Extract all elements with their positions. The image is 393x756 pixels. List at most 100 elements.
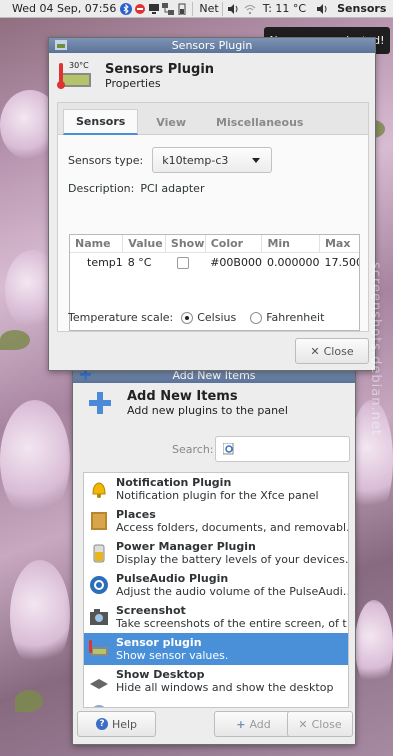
desktop-icon — [88, 670, 110, 692]
list-item[interactable]: Show Desktop Hide all windows and show th… — [84, 665, 348, 697]
temperature-scale-label: Temperature scale: — [68, 311, 174, 324]
sensors-type-select[interactable]: k10temp-c3 — [152, 147, 273, 173]
sensors-type-label: Sensors type: — [68, 153, 144, 167]
column-header[interactable]: Value — [122, 235, 166, 253]
volume-icon[interactable] — [227, 3, 239, 15]
list-item[interactable]: PulseAudio Plugin Adjust the audio volume… — [84, 569, 348, 601]
sensors-titlebar[interactable]: Sensors Plugin — [49, 38, 375, 53]
search-input[interactable] — [215, 436, 350, 462]
header-subtitle: Properties — [105, 77, 161, 90]
camera-icon — [88, 606, 110, 628]
fahrenheit-option[interactable]: Fahrenheit — [250, 311, 324, 324]
sensor-icon-text: 30°C — [69, 61, 89, 70]
add-button[interactable]: + Add — [214, 711, 293, 737]
column-header[interactable]: Name — [70, 235, 124, 253]
close-button[interactable]: ✕ Close — [295, 338, 369, 364]
list-item[interactable]: Power Manager Plugin Display the battery … — [84, 537, 348, 569]
plugin-name: Sensor plugin — [116, 636, 202, 649]
list-item[interactable]: Screenshot Take screenshots of the entire… — [84, 601, 348, 633]
celsius-option[interactable]: Celsius — [181, 311, 236, 324]
sensors-plugin-dialog: Sensors Plugin 30°C Sensors Plugin Prope… — [48, 37, 376, 371]
search-label: Search: — [172, 443, 214, 456]
tab-bar: Sensors View Miscellaneous — [58, 103, 368, 135]
plus-icon: + — [236, 717, 246, 731]
sensor-icon — [88, 638, 110, 660]
battery-icon[interactable] — [176, 3, 188, 15]
list-item-text: Sensor plugin Show sensor values. — [116, 636, 228, 662]
sensor-icon — [55, 40, 67, 50]
help-icon: ? — [95, 718, 108, 730]
tab-miscellaneous[interactable]: Miscellaneous — [204, 110, 315, 134]
sensor-color[interactable]: #00B000 — [205, 252, 262, 272]
plugin-name: SmartBookmark — [116, 707, 216, 708]
tab-sensors[interactable]: Sensors — [63, 109, 139, 135]
clock[interactable]: Wed 04 Sep, 07:56 — [0, 2, 119, 15]
window-title: Sensors Plugin — [171, 39, 253, 52]
column-header[interactable]: Color — [205, 235, 263, 253]
description-value: PCI adapter — [140, 182, 205, 195]
list-item[interactable]: Places Access folders, documents, and rem… — [84, 505, 348, 537]
shield-icon[interactable] — [134, 3, 146, 15]
net-label[interactable]: Net — [199, 2, 218, 15]
column-header[interactable]: Show — [165, 235, 206, 253]
add-icon — [89, 392, 111, 414]
watermark: screenshots.debian.net — [368, 262, 383, 436]
monitor-icon[interactable] — [148, 3, 160, 15]
list-item-text: Show Desktop Hide all windows and show th… — [116, 668, 333, 694]
celsius-radio[interactable] — [181, 311, 194, 324]
plugin-description: Show sensor values. — [116, 649, 229, 662]
sensor-name[interactable]: temp1 — [70, 252, 123, 272]
volume-icon[interactable] — [316, 3, 328, 15]
plugin-description: Adjust the audio volume of the PulseAudi… — [116, 585, 348, 598]
sensors-header: 30°C Sensors Plugin Properties — [49, 53, 375, 99]
header-subtitle: Add new plugins to the panel — [127, 404, 288, 417]
plugin-name: Show Desktop — [116, 668, 205, 681]
temperature-readout[interactable]: T: 11 °C — [263, 2, 306, 15]
header-title: Add New Items — [127, 389, 238, 404]
list-item-text: Power Manager Plugin Display the battery … — [116, 540, 348, 566]
sensor-max[interactable]: 17.5000 — [319, 252, 359, 272]
bookmark-icon — [88, 702, 110, 707]
sensor-value: 8 °C — [127, 255, 152, 269]
search-icon — [223, 443, 234, 455]
plugin-list[interactable]: Notification Plugin Notification plugin f… — [83, 472, 349, 708]
bluetooth-icon[interactable] — [120, 2, 133, 15]
close-icon: ✕ — [310, 344, 320, 358]
list-item-text: PulseAudio Plugin Adjust the audio volume… — [116, 572, 348, 598]
settings-notebook: Sensors View Miscellaneous Sensors type:… — [57, 102, 369, 332]
plugin-name: Screenshot — [116, 604, 186, 617]
plugin-name: PulseAudio Plugin — [116, 572, 229, 585]
list-item-text: Places Access folders, documents, and rem… — [116, 508, 348, 534]
sensor-icon: 30°C — [57, 59, 95, 93]
close-button[interactable]: ✕ Close — [287, 711, 353, 737]
column-header[interactable]: Max — [319, 235, 359, 253]
add-icon — [79, 370, 91, 380]
speaker-icon — [88, 574, 110, 596]
sensors-panel-label[interactable]: Sensors — [337, 2, 386, 15]
network-icon[interactable] — [162, 2, 175, 15]
panel-separator — [192, 1, 194, 16]
plugin-name: Notification Plugin — [116, 476, 232, 489]
description-label: Description: — [68, 182, 135, 195]
chevron-down-icon — [252, 158, 261, 163]
plugin-description: Take screenshots of the entire screen, o… — [116, 617, 348, 630]
plugin-description: Display the battery levels of your devic… — [116, 553, 348, 566]
table-row[interactable]: temp1 8 °C #00B000 0.000000 17.5000 — [70, 252, 359, 272]
wifi-icon[interactable] — [244, 3, 256, 15]
fahrenheit-radio[interactable] — [250, 311, 263, 324]
sensor-min[interactable]: 0.000000 — [262, 252, 320, 272]
panel-separator — [221, 1, 223, 16]
list-item[interactable]: Sensor plugin Show sensor values. — [84, 633, 348, 665]
list-item[interactable]: SmartBookmark — [84, 697, 348, 708]
plugin-description: Notification plugin for the Xfce panel — [116, 489, 319, 502]
help-button[interactable]: ? Help — [77, 711, 156, 737]
sensors-type-value: k10temp-c3 — [162, 153, 229, 167]
table-header-row: Name Value Show Color Min Max — [70, 235, 359, 253]
close-icon: ✕ — [298, 717, 308, 731]
add-items-dialog: Add New Items Add New Items Add new plug… — [72, 367, 356, 745]
tab-view[interactable]: View — [144, 110, 198, 134]
add-items-header: Add New Items Add new plugins to the pan… — [73, 383, 355, 423]
list-item[interactable]: Notification Plugin Notification plugin f… — [84, 473, 348, 505]
show-checkbox[interactable] — [177, 256, 190, 269]
column-header[interactable]: Min — [261, 235, 320, 253]
